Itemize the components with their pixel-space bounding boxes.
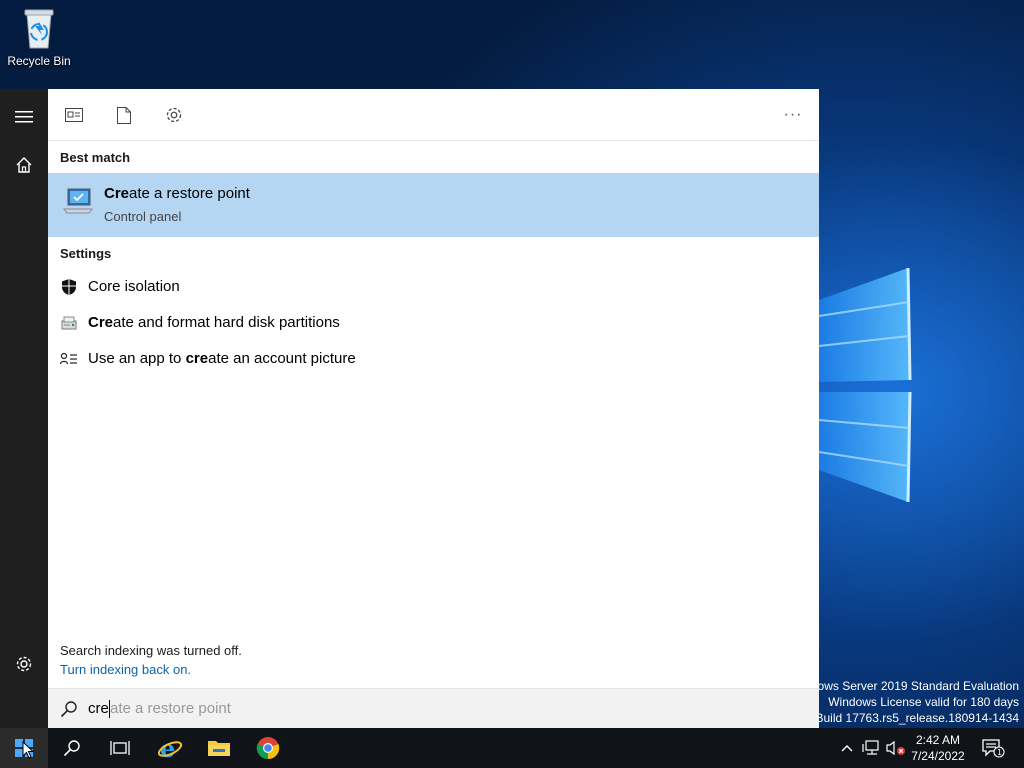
home-icon: [16, 157, 32, 173]
search-results-panel: ··· Best match Create a restore point Co…: [48, 89, 819, 728]
watermark-license: Windows License valid for 180 days: [828, 695, 1019, 709]
search-filter-bar: ···: [48, 89, 819, 141]
internet-explorer-button[interactable]: e: [146, 728, 194, 768]
best-match-result[interactable]: Create a restore point Control panel: [48, 173, 819, 237]
chevron-up-icon: [841, 745, 853, 752]
gear-icon: [16, 656, 32, 672]
result-account-picture[interactable]: Use an app to create an account picture: [48, 342, 819, 376]
system-restore-icon: [63, 188, 93, 214]
apps-filter-button[interactable]: [60, 101, 88, 129]
folder-icon: [208, 741, 230, 756]
search-input[interactable]: cre ate a restore point: [48, 688, 819, 728]
notification-icon: 1: [982, 739, 1005, 758]
watermark-edition: ndows Server 2019 Standard Evaluation: [804, 679, 1019, 693]
action-center-button[interactable]: 1: [980, 738, 1006, 758]
apps-filter-icon: [65, 108, 83, 122]
search-icon: [63, 740, 80, 757]
taskbar-search-button[interactable]: [48, 728, 96, 768]
shield-icon: [60, 278, 78, 296]
task-view-button[interactable]: [96, 728, 144, 768]
account-picture-icon: [60, 350, 78, 368]
mouse-cursor-icon: [22, 741, 34, 759]
watermark-build: Build 17763.rs5_release.180914-1434: [815, 711, 1020, 725]
clock-time: 2:42 AM: [915, 733, 961, 747]
search-autocomplete-suggestion: ate a restore point: [110, 700, 231, 717]
indexing-status-text: Search indexing was turned off.: [60, 643, 242, 658]
recycle-bin-icon: [24, 9, 54, 49]
file-explorer-button[interactable]: [195, 728, 243, 768]
settings-button[interactable]: [0, 640, 48, 688]
network-icon: [862, 740, 879, 755]
search-query-text: cre: [88, 700, 110, 718]
expand-menu-button[interactable]: [0, 93, 48, 141]
taskbar-clock[interactable]: 2:42 AM 7/24/2022: [905, 732, 971, 764]
more-options-button[interactable]: ···: [781, 101, 805, 129]
best-match-header: Best match: [60, 150, 131, 165]
settings-filter-button[interactable]: [160, 101, 188, 129]
network-tray-button[interactable]: [861, 738, 881, 758]
chrome-button[interactable]: [244, 728, 292, 768]
document-icon: [117, 106, 131, 124]
recycle-bin-label: Recycle Bin: [7, 54, 71, 68]
result-disk-partitions[interactable]: Create and format hard disk partitions: [48, 306, 819, 340]
task-view-icon: [110, 741, 130, 755]
documents-filter-button[interactable]: [110, 101, 138, 129]
result-core-isolation[interactable]: Core isolation: [48, 270, 819, 304]
windows-watermark: ndows Server 2019 Standard Evaluation Wi…: [804, 678, 1019, 726]
internet-explorer-icon: e: [157, 735, 183, 761]
home-button[interactable]: [0, 141, 48, 189]
search-icon: [60, 701, 77, 718]
gear-icon: [166, 107, 182, 123]
result-label: Use an app to create an account picture: [88, 350, 356, 367]
volume-muted-icon: [886, 740, 905, 756]
best-match-title: Create a restore point: [104, 185, 250, 202]
volume-tray-button[interactable]: [885, 738, 907, 758]
best-match-subtitle: Control panel: [104, 209, 182, 224]
disk-management-icon: [60, 314, 78, 332]
ellipsis-icon: ···: [783, 106, 803, 123]
show-hidden-icons-button[interactable]: [838, 738, 856, 758]
chrome-icon: [256, 737, 280, 760]
settings-header: Settings: [60, 246, 112, 261]
result-label: Create and format hard disk partitions: [88, 314, 340, 331]
clock-date: 7/24/2022: [911, 749, 965, 763]
result-label: Core isolation: [88, 278, 180, 295]
turn-indexing-on-link[interactable]: Turn indexing back on.: [60, 662, 191, 677]
hamburger-icon: [15, 111, 33, 123]
start-menu-rail: [0, 89, 48, 728]
notification-count: 1: [997, 748, 1002, 757]
recycle-bin[interactable]: Recycle Bin: [4, 6, 74, 68]
taskbar: e 2:42 AM 7/24/2022 1: [0, 728, 1024, 768]
